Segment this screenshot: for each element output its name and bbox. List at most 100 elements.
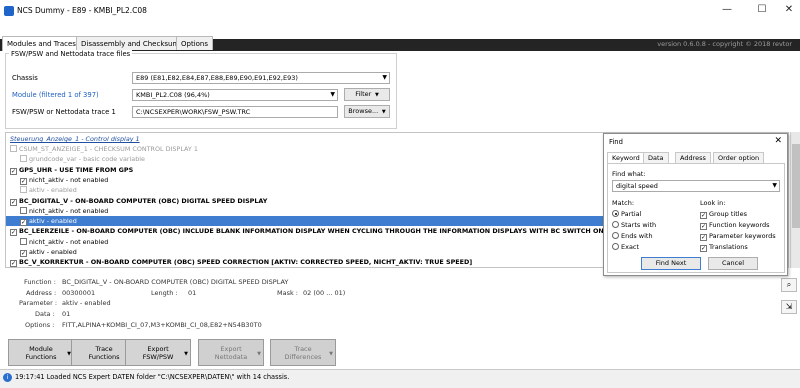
button-label-line2: FSW/PSW: [142, 353, 174, 361]
filter-button[interactable]: Filter ▼: [344, 88, 390, 101]
look-in-label: Look in:: [700, 199, 726, 207]
radio-icon[interactable]: [612, 243, 619, 250]
options-value: FITT,ALPINA+KOMBI_CI_07,M3+KOMBI_CI_08,E…: [62, 321, 262, 329]
export-fsw-psw-button[interactable]: Export FSW/PSW ▼: [125, 339, 191, 366]
maximize-button[interactable]: ☐: [755, 3, 769, 17]
chevron-down-icon: ▼: [257, 351, 261, 357]
module-value: KMBI_PL2.C08 (96,4%): [136, 91, 210, 99]
chevron-down-icon: ▼: [382, 74, 387, 81]
checkbox[interactable]: [10, 145, 17, 152]
look-in-checkbox-option[interactable]: ✓ Translations: [700, 243, 748, 252]
match-radio-option[interactable]: Ends with: [612, 232, 653, 240]
radio-label: Ends with: [621, 232, 653, 240]
checkbox[interactable]: [20, 186, 27, 194]
export-nettodata-button[interactable]: Export Nettodata ▼: [198, 339, 264, 366]
button-label-line1: Trace: [294, 345, 312, 353]
chevron-down-icon: ▼: [330, 91, 335, 98]
look-in-checkbox-option[interactable]: ✓ Parameter keywords: [700, 232, 776, 241]
checkbox[interactable]: ✓: [700, 223, 707, 230]
module-select[interactable]: KMBI_PL2.C08 (96,4%) ▼: [132, 89, 338, 101]
mask-label: Mask :: [277, 289, 298, 297]
tab-disassembly-and-checksums[interactable]: Disassembly and Checksums: [76, 36, 188, 50]
checkbox[interactable]: ✓: [20, 250, 27, 257]
button-label-line1: Export: [147, 345, 169, 353]
length-value: 01: [188, 289, 197, 297]
checkbox-label: Parameter keywords: [709, 232, 776, 240]
checkbox[interactable]: ✓: [700, 245, 707, 252]
details-panel: Function : BC_DIGITAL_V - ON-BOARD COMPU…: [5, 270, 789, 330]
trace-differences-button[interactable]: Trace Differences ▼: [270, 339, 336, 366]
chevron-down-icon: ▼: [329, 351, 333, 357]
expand-icon[interactable]: ⇲: [781, 300, 797, 314]
module-functions-button[interactable]: Module Functions ▼: [8, 339, 74, 366]
app-icon: [4, 6, 14, 16]
list-item-label: grundcode_var - basic code variable: [29, 155, 145, 164]
chassis-select[interactable]: E89 (E81,E82,E84,E87,E88,E89,E90,E91,E92…: [132, 72, 390, 84]
radio-label: Exact: [621, 243, 640, 251]
address-label: Address :: [26, 289, 57, 297]
radio-icon[interactable]: [612, 210, 619, 217]
browse-button[interactable]: Browse... ▼: [344, 105, 390, 118]
list-item-label: nicht_aktiv - not enabled: [29, 237, 109, 246]
chassis-value: E89 (E81,E82,E84,E87,E88,E89,E90,E91,E92…: [136, 74, 298, 82]
list-item-label: aktiv - enabled: [29, 186, 77, 195]
look-in-checkbox-option[interactable]: ✓ Function keywords: [700, 221, 769, 230]
data-label: Data :: [35, 310, 55, 318]
button-label-line2: Differences: [284, 353, 322, 361]
checkbox[interactable]: ✓: [10, 198, 17, 206]
module-label: Module (filtered 1 of 397): [12, 91, 99, 99]
trace-files-group: FSW/PSW and Nettodata trace files Chassi…: [5, 50, 397, 129]
radio-icon[interactable]: [612, 221, 619, 228]
find-keyword-panel: Find what: digital speed ▼ Match: Look i…: [607, 163, 785, 273]
find-what-label: Find what:: [612, 170, 646, 178]
group-legend: FSW/PSW and Nettodata trace files: [9, 50, 133, 58]
chevron-down-icon: ▼: [772, 182, 777, 189]
radio-icon[interactable]: [612, 232, 619, 239]
tab-modules-and-traces[interactable]: Modules and Traces: [2, 36, 81, 51]
look-in-checkbox-option[interactable]: ✓ Group titles: [700, 210, 747, 219]
find-cancel-button[interactable]: Cancel: [708, 257, 758, 270]
find-what-value: digital speed: [616, 182, 658, 190]
chevron-down-icon: ▼: [373, 92, 379, 98]
tab-options[interactable]: Options: [176, 36, 214, 50]
mask-value: 02 (00 ... 01): [303, 289, 346, 297]
scrollbar-thumb[interactable]: [792, 144, 800, 228]
checkbox[interactable]: ✓: [10, 167, 17, 175]
search-icon[interactable]: ⌕: [781, 278, 797, 292]
checkbox[interactable]: [20, 206, 27, 214]
checkbox-label: Translations: [709, 243, 748, 251]
trace-path-input[interactable]: C:\NCSEXPER\WORK\FSW_PSW.TRC: [132, 106, 338, 118]
checkbox[interactable]: [20, 237, 27, 245]
filter-button-label: Filter: [355, 90, 372, 98]
checkbox[interactable]: ✓: [700, 212, 707, 219]
checkbox[interactable]: ✓: [10, 229, 17, 237]
close-button[interactable]: ✕: [782, 3, 796, 17]
checkbox-label: Group titles: [709, 210, 747, 218]
checkbox[interactable]: ✓: [10, 260, 17, 267]
chevron-down-icon: ▼: [380, 109, 386, 115]
checkbox[interactable]: ✓: [20, 219, 27, 227]
minimize-button[interactable]: —: [720, 3, 734, 17]
match-radio-option[interactable]: Starts with: [612, 221, 656, 229]
list-item-label: BC_DIGITAL_V - ON-BOARD COMPUTER (OBC) D…: [19, 196, 268, 205]
list-item-label: CSUM_ST_ANZEIGE_1 - CHECKSUM CONTROL DIS…: [19, 145, 198, 153]
find-what-input[interactable]: digital speed ▼: [612, 180, 780, 192]
match-radio-option[interactable]: Exact: [612, 243, 639, 251]
button-label-line1: Export: [220, 345, 242, 353]
find-next-button[interactable]: Find Next: [641, 257, 701, 270]
data-value: 01: [62, 310, 71, 318]
list-item-label: BC_V_KORREKTUR - ON-BOARD COMPUTER (OBC)…: [19, 258, 473, 267]
button-label-line2: Functions: [25, 353, 57, 361]
checkbox[interactable]: ✓: [700, 234, 707, 241]
list-item-label: nicht_aktiv - not enabled: [29, 175, 109, 184]
match-label: Match:: [612, 199, 635, 207]
chevron-down-icon: ▼: [184, 351, 188, 357]
find-close-icon[interactable]: ✕: [774, 136, 782, 146]
checkbox[interactable]: [20, 155, 27, 163]
list-scrollbar[interactable]: [790, 132, 800, 268]
match-radio-option[interactable]: Partial: [612, 210, 641, 218]
browse-button-label: Browse...: [348, 107, 379, 115]
info-icon: i: [3, 373, 12, 382]
chassis-label: Chassis: [12, 74, 38, 82]
checkbox[interactable]: ✓: [20, 177, 27, 185]
